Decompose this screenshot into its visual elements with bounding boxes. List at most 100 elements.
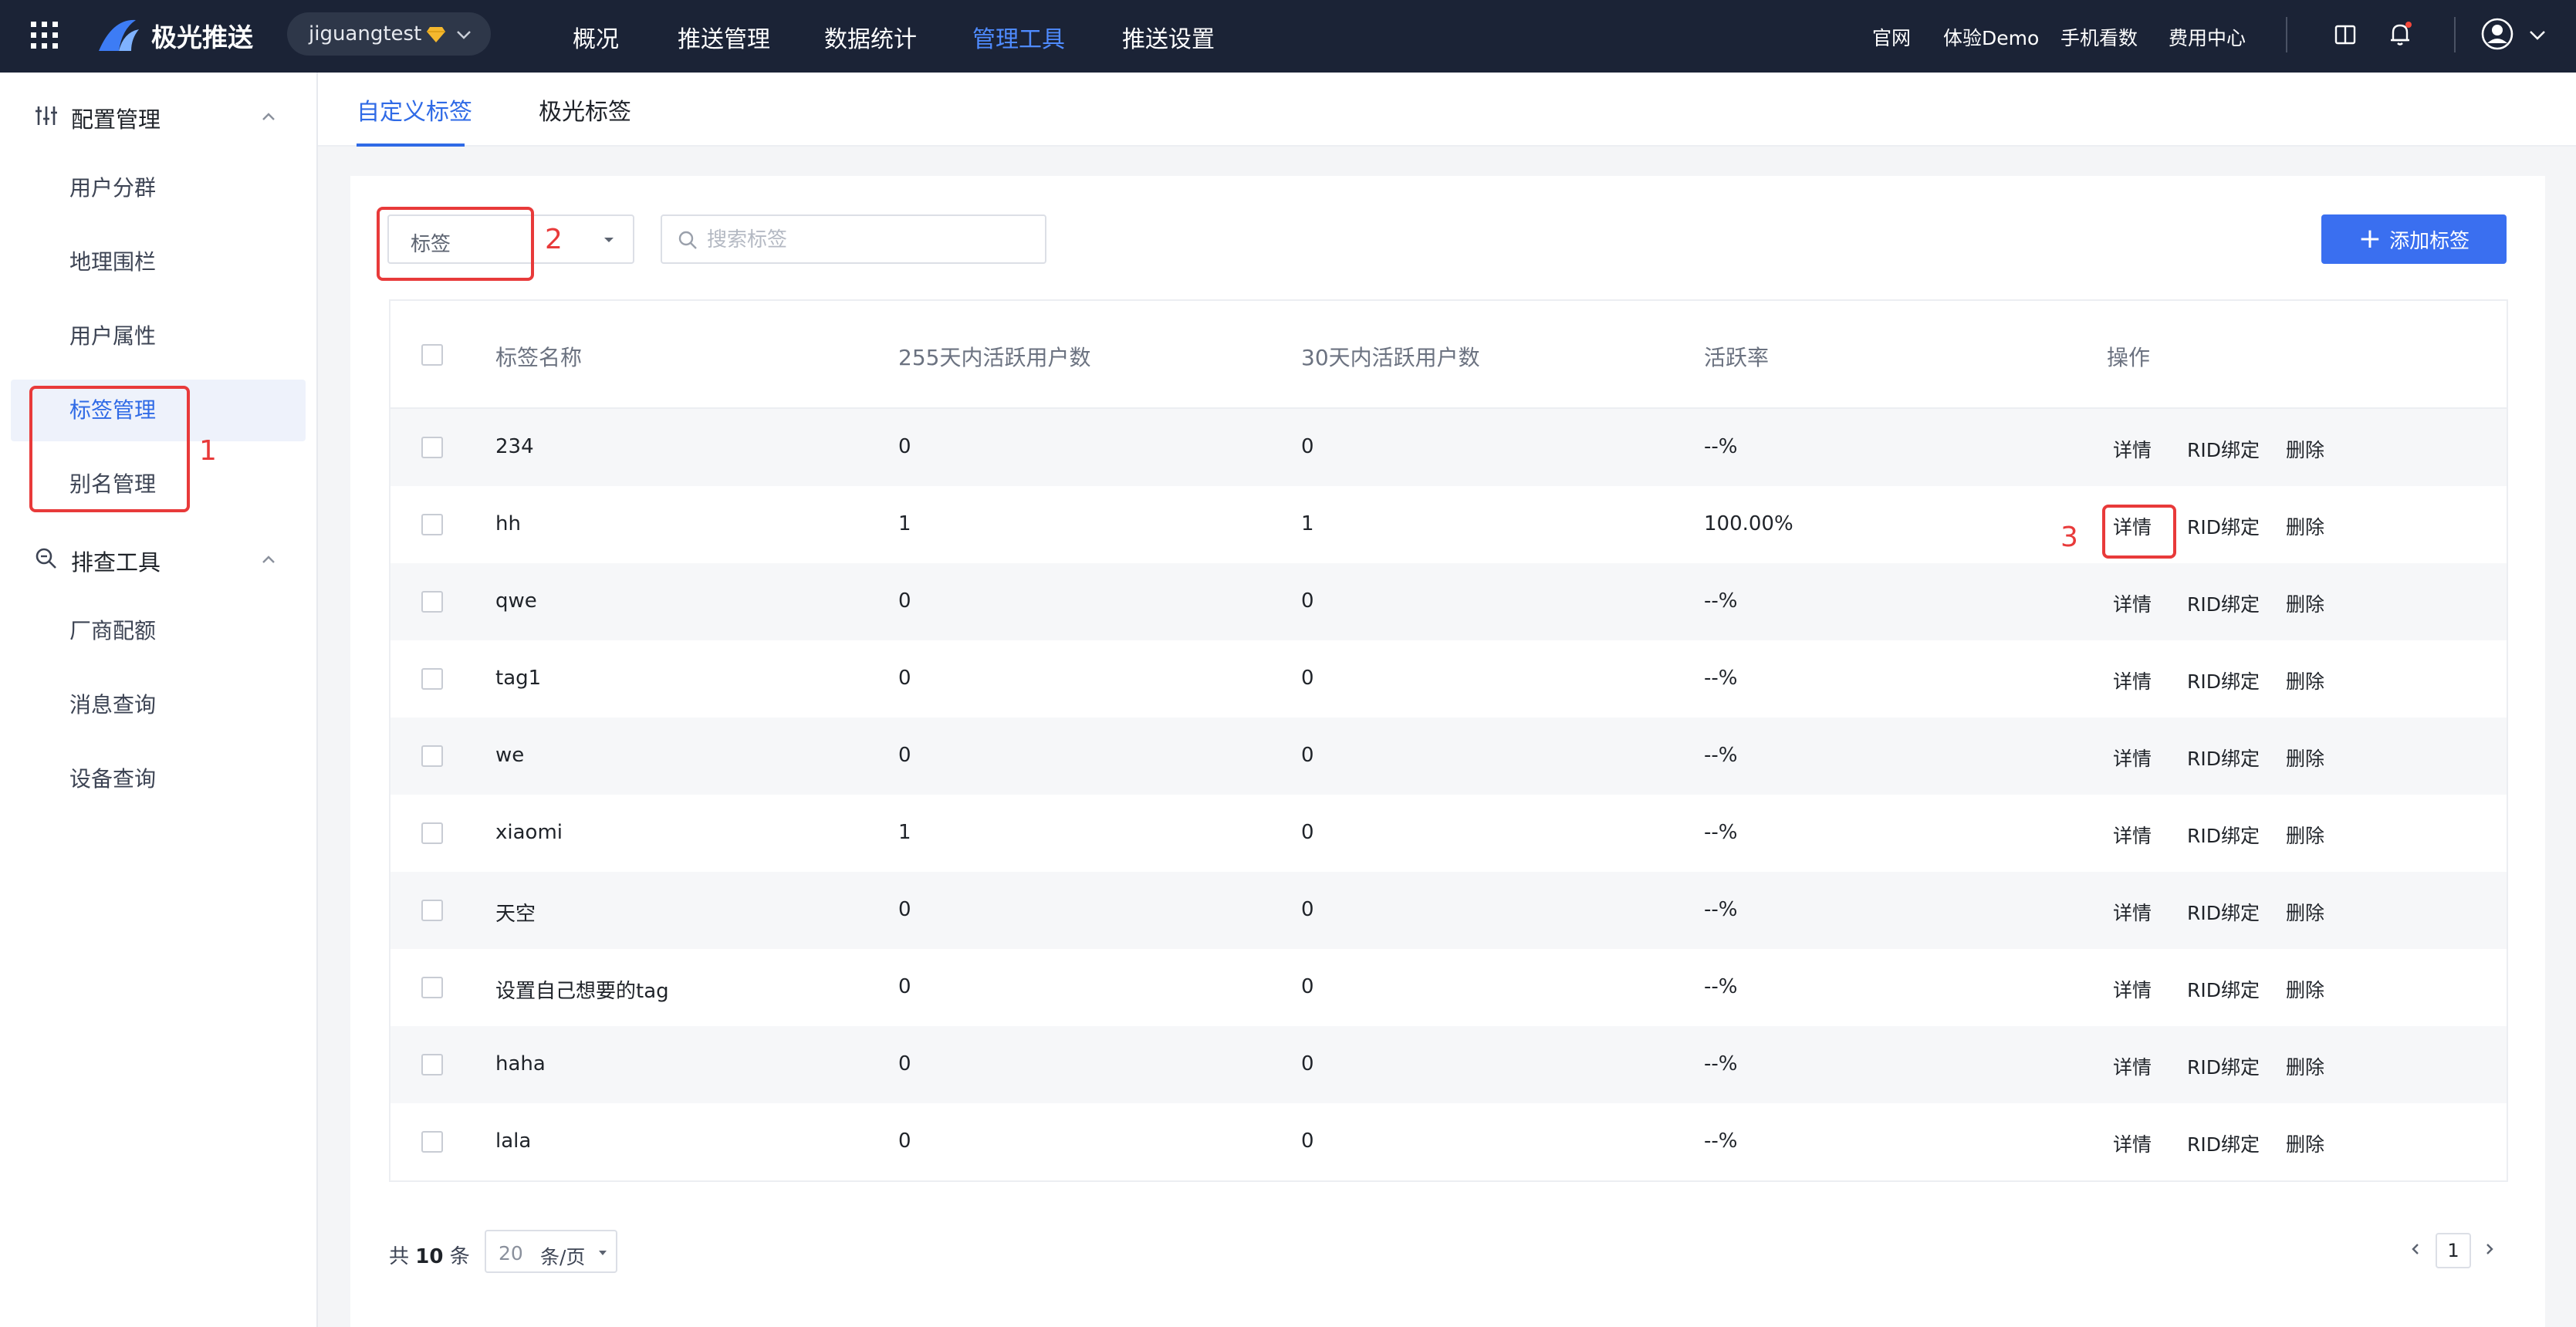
table-row: 234 0 0 --% 详情 RID绑定 删除	[390, 409, 2507, 486]
book-icon[interactable]	[2334, 23, 2357, 46]
rid-bind-button[interactable]: RID绑定	[2187, 975, 2260, 1003]
detail-button[interactable]: 详情	[2113, 975, 2152, 1003]
table-cell-active30: 0	[1301, 975, 1314, 998]
table-cell-name: we	[495, 744, 525, 767]
sidebar-item-message-query[interactable]: 消息查询	[11, 674, 306, 736]
tag-search-field	[661, 214, 1046, 264]
delete-button[interactable]: 删除	[2286, 821, 2324, 849]
rid-bind-button[interactable]: RID绑定	[2187, 898, 2260, 926]
sidebar-item-user-attributes[interactable]: 用户属性	[11, 306, 306, 367]
app-switcher[interactable]: jiguangtest	[287, 12, 491, 56]
apps-grid-icon[interactable]	[29, 20, 60, 51]
row-checkbox[interactable]	[421, 437, 443, 458]
tab-custom-tags[interactable]: 自定义标签	[357, 93, 472, 127]
sidebar-group-config[interactable]: 配置管理	[0, 93, 318, 139]
detail-button[interactable]: 详情	[2113, 898, 2152, 926]
delete-button[interactable]: 删除	[2286, 435, 2324, 463]
nav-management-tools[interactable]: 管理工具	[972, 20, 1065, 54]
chevron-down-icon[interactable]	[2528, 26, 2547, 43]
rid-bind-button[interactable]: RID绑定	[2187, 589, 2260, 617]
top-navigation-bar: 极光推送 jiguangtest 概况 推送管理 数据统计 管理工具 推送设置 …	[0, 0, 2576, 73]
detail-button[interactable]: 详情	[2113, 667, 2152, 694]
delete-button[interactable]: 删除	[2286, 975, 2324, 1003]
table-cell-rate: --%	[1704, 1129, 1738, 1153]
row-checkbox[interactable]	[421, 900, 443, 921]
rid-bind-button[interactable]: RID绑定	[2187, 1052, 2260, 1080]
row-checkbox[interactable]	[421, 668, 443, 690]
table-header: 标签名称 255天内活跃用户数 30天内活跃用户数 活跃率 操作	[390, 301, 2507, 409]
table-cell-active30: 0	[1301, 435, 1314, 458]
table-row: qwe 0 0 --% 详情 RID绑定 删除	[390, 563, 2507, 640]
prev-page-icon[interactable]	[2406, 1238, 2425, 1261]
nav-push-settings[interactable]: 推送设置	[1122, 20, 1215, 54]
nav-push-management[interactable]: 推送管理	[678, 20, 770, 54]
rid-bind-button[interactable]: RID绑定	[2187, 667, 2260, 694]
table-row: hh 1 1 100.00% 详情 RID绑定 删除	[390, 486, 2507, 563]
detail-button[interactable]: 详情	[2113, 821, 2152, 849]
delete-button[interactable]: 删除	[2286, 589, 2324, 617]
link-mobile-view[interactable]: 手机看数	[2060, 23, 2138, 51]
detail-button[interactable]: 详情	[2113, 744, 2152, 772]
chevron-up-icon	[262, 555, 275, 563]
delete-button[interactable]: 删除	[2286, 744, 2324, 772]
sliders-icon	[35, 106, 57, 125]
bell-icon[interactable]	[2388, 20, 2414, 48]
search-input[interactable]	[707, 225, 1031, 255]
table-row: xiaomi 1 0 --% 详情 RID绑定 删除	[390, 795, 2507, 872]
user-avatar-icon[interactable]	[2480, 17, 2514, 51]
link-billing-center[interactable]: 费用中心	[2169, 23, 2246, 51]
active-tab-indicator	[357, 144, 465, 147]
delete-button[interactable]: 删除	[2286, 1129, 2324, 1157]
detail-button[interactable]: 详情	[2113, 1052, 2152, 1080]
total-count: 共 10 条	[389, 1241, 470, 1269]
rid-bind-button[interactable]: RID绑定	[2187, 435, 2260, 463]
rid-bind-button[interactable]: RID绑定	[2187, 744, 2260, 772]
link-official-site[interactable]: 官网	[1872, 23, 1911, 51]
row-checkbox[interactable]	[421, 1054, 443, 1075]
page-number-button[interactable]: 1	[2436, 1233, 2471, 1268]
next-page-icon[interactable]	[2480, 1238, 2499, 1261]
nav-data-statistics[interactable]: 数据统计	[824, 20, 917, 54]
rid-bind-button[interactable]: RID绑定	[2187, 821, 2260, 849]
row-checkbox[interactable]	[421, 514, 443, 535]
sidebar: 配置管理 用户分群 地理围栏 用户属性 标签管理 别名管理 排查工具 厂商配额 …	[0, 73, 318, 1327]
search-icon	[678, 231, 697, 249]
select-all-checkbox[interactable]	[421, 344, 443, 366]
detail-button[interactable]: 详情	[2113, 435, 2152, 463]
row-checkbox[interactable]	[421, 591, 443, 613]
delete-button[interactable]: 删除	[2286, 667, 2324, 694]
nav-overview[interactable]: 概况	[573, 20, 619, 54]
divider	[2454, 17, 2456, 52]
table-cell-active255: 0	[898, 1052, 911, 1075]
sidebar-item-geofence[interactable]: 地理围栏	[11, 231, 306, 293]
rid-bind-button[interactable]: RID绑定	[2187, 1129, 2260, 1157]
sidebar-item-device-query[interactable]: 设备查询	[11, 748, 306, 810]
sidebar-item-user-segments[interactable]: 用户分群	[11, 157, 306, 219]
tab-jiguang-tags[interactable]: 极光标签	[539, 93, 631, 127]
row-checkbox[interactable]	[421, 977, 443, 998]
table-cell-active255: 0	[898, 435, 911, 458]
add-tag-button[interactable]: + 添加标签	[2321, 214, 2507, 264]
table-cell-name: 设置自己想要的tag	[495, 980, 669, 1003]
detail-button[interactable]: 详情	[2113, 1129, 2152, 1157]
delete-button[interactable]: 删除	[2286, 512, 2324, 540]
row-checkbox[interactable]	[421, 822, 443, 844]
add-tag-label: 添加标签	[2389, 229, 2470, 253]
row-checkbox[interactable]	[421, 1131, 443, 1153]
table-cell-active30: 0	[1301, 821, 1314, 844]
annotation-label: 3	[2060, 522, 2078, 553]
detail-button[interactable]: 详情	[2113, 589, 2152, 617]
sidebar-group-troubleshoot[interactable]: 排查工具	[0, 535, 318, 582]
rid-bind-button[interactable]: RID绑定	[2187, 512, 2260, 540]
total-number: 10	[415, 1245, 444, 1268]
link-demo[interactable]: 体验Demo	[1943, 23, 2039, 51]
page-size-select[interactable]: 20 条/页	[485, 1230, 617, 1273]
sidebar-item-vendor-quota[interactable]: 厂商配额	[11, 600, 306, 662]
row-checkbox[interactable]	[421, 745, 443, 767]
diamond-icon	[427, 27, 446, 42]
caret-down-icon	[599, 1251, 607, 1255]
tag-list-card: 标签 + 添加标签 标签名称 255天内活跃用户数 30天内活跃用户数 活跃率	[350, 176, 2545, 1327]
delete-button[interactable]: 删除	[2286, 1052, 2324, 1080]
delete-button[interactable]: 删除	[2286, 898, 2324, 926]
caret-down-icon	[604, 238, 614, 242]
